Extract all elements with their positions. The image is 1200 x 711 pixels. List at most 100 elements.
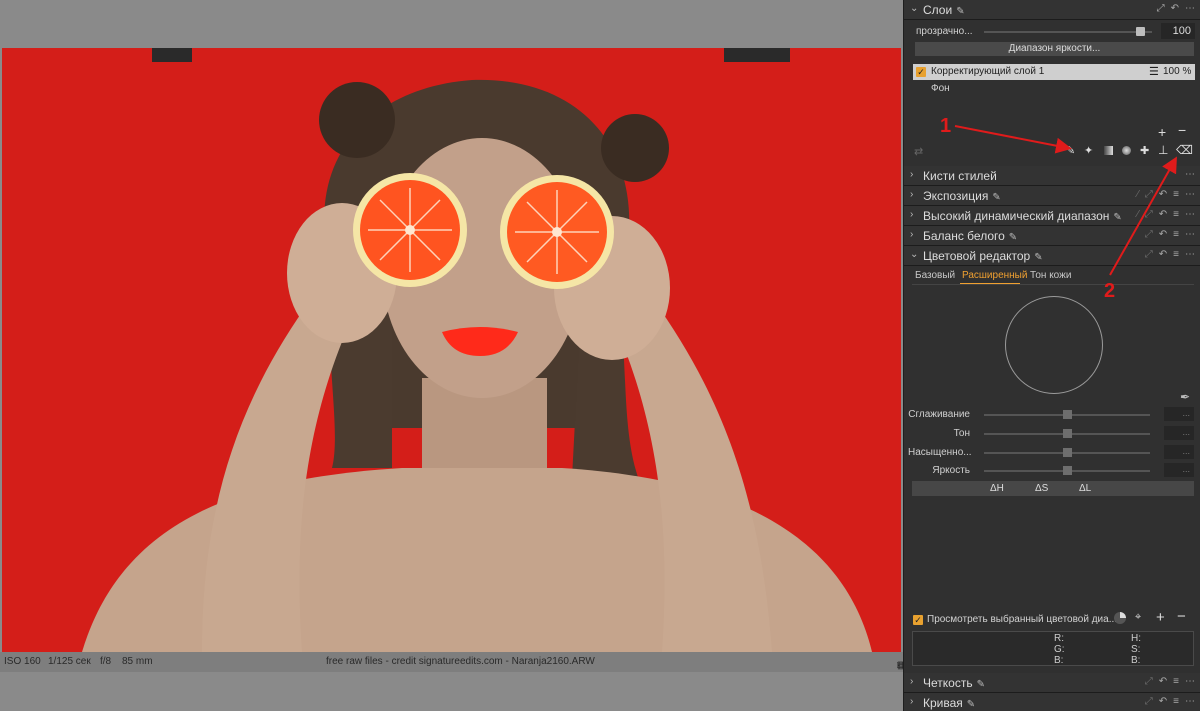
expand-icon[interactable]: ⤢ — [1145, 229, 1153, 240]
image-viewer[interactable]: ISO 160 1/125 сек f/8 85 mm free raw fil… — [0, 0, 906, 711]
pen-icon: ✎ — [976, 679, 985, 690]
picker-icon[interactable]: ⁄ — [1137, 209, 1139, 220]
reset-icon[interactable]: ↶ — [1159, 249, 1167, 260]
view-selected-checkbox[interactable]: ✓ — [913, 615, 923, 625]
tab-divider — [912, 284, 1194, 285]
smoothness-value[interactable]: ... — [1164, 407, 1194, 421]
opacity-value[interactable]: 100 — [1161, 23, 1195, 39]
section-title: Цветовой редактор — [923, 249, 1031, 263]
layer-sliders-icon: ☰ — [1149, 66, 1159, 78]
lightness-label: Яркость — [932, 465, 970, 476]
section-exposure[interactable]: › Экспозиция ✎ ⁄ ⤢ ↶ ≡ ⋯ — [904, 186, 1200, 206]
readout-h: H: — [1131, 633, 1141, 644]
readout-b2: B: — [1131, 655, 1141, 666]
expand-icon[interactable]: ⤢ — [1145, 209, 1153, 220]
more-icon[interactable]: ⋯ — [1185, 189, 1195, 200]
chevron-right-icon[interactable]: › — [910, 169, 913, 180]
layers-header[interactable]: ⌄ Слои ✎ ⤢ ↶ ⋯ — [904, 0, 1200, 20]
clone-stamp-icon[interactable]: ⊥ — [1158, 143, 1168, 157]
section-title: Кисти стилей — [923, 169, 997, 183]
section-curve[interactable]: › Кривая ✎ ⤢ ↶ ≡ ⋯ — [904, 693, 1200, 711]
saturation-value[interactable]: ... — [1164, 445, 1194, 459]
brush-icon[interactable]: ✎ — [1066, 144, 1075, 157]
menu-icon[interactable]: ≡ — [1173, 189, 1179, 200]
color-readout: R: G: B: H: S: B: — [912, 631, 1194, 666]
reset-icon[interactable]: ↶ — [1171, 3, 1179, 14]
picker-icon[interactable]: ⁄ — [1137, 189, 1139, 200]
more-icon[interactable]: ⋯ — [1185, 696, 1195, 707]
color-picker-plus-icon[interactable]: ⌖ — [1135, 611, 1141, 624]
color-wheel[interactable] — [1005, 296, 1103, 394]
reset-icon[interactable]: ↶ — [1159, 209, 1167, 220]
layer-row-background[interactable]: Фон — [913, 81, 1195, 97]
reset-icon[interactable]: ↶ — [1159, 229, 1167, 240]
chevron-right-icon[interactable]: › — [910, 696, 913, 707]
chevron-right-icon[interactable]: › — [910, 229, 913, 240]
radial-mask-icon[interactable] — [1122, 146, 1131, 155]
smoothness-label: Сглаживание — [908, 409, 970, 420]
section-title: Баланс белого — [923, 229, 1005, 243]
menu-icon[interactable]: ≡ — [1173, 229, 1179, 240]
menu-icon[interactable]: ≡ — [1173, 249, 1179, 260]
slider-thumb[interactable] — [1063, 448, 1072, 457]
more-icon[interactable]: ⋯ — [1185, 249, 1195, 260]
chevron-right-icon[interactable]: › — [910, 209, 913, 220]
reset-icon[interactable]: ↶ — [1159, 676, 1167, 687]
swap-icon[interactable]: ⇄ — [914, 145, 923, 158]
delta-l: ΔL — [1079, 483, 1092, 494]
remove-layer-icon[interactable]: − — [1178, 122, 1186, 138]
slider-thumb[interactable] — [1063, 410, 1072, 419]
layer-checkbox[interactable]: ✓ — [916, 67, 926, 77]
expand-icon[interactable]: ⤢ — [1145, 696, 1153, 707]
more-icon[interactable]: ⋯ — [1185, 209, 1195, 220]
section-white-balance[interactable]: › Баланс белого ✎ ⤢ ↶ ≡ ⋯ — [904, 226, 1200, 246]
menu-icon[interactable]: ≡ — [1173, 209, 1179, 220]
remove-color-icon[interactable]: − — [1177, 608, 1186, 625]
section-style-brushes[interactable]: › Кисти стилей ⋯ — [904, 166, 1200, 186]
gradient-mask-icon[interactable] — [1104, 146, 1113, 155]
opacity-slider[interactable] — [984, 31, 1152, 33]
section-clarity[interactable]: › Четкость ✎ ⤢ ↶ ≡ ⋯ — [904, 673, 1200, 693]
slider-thumb[interactable] — [1063, 466, 1072, 475]
more-icon[interactable]: ⋯ — [1185, 676, 1195, 687]
reset-icon[interactable]: ↶ — [1159, 696, 1167, 707]
lightness-value[interactable]: ... — [1164, 463, 1194, 477]
layer-name: Фон — [931, 83, 950, 94]
color-range-icon[interactable] — [1114, 612, 1126, 624]
chevron-down-icon[interactable]: ⌄ — [910, 3, 918, 14]
annotation-label-1: 1 — [940, 115, 952, 137]
layer-row-adjustment[interactable]: ✓ Корректирующий слой 1 ☰ 100 % — [913, 64, 1195, 80]
tab-basic[interactable]: Базовый — [915, 270, 955, 281]
add-color-icon[interactable]: + — [1156, 609, 1165, 626]
hue-value[interactable]: ... — [1164, 426, 1194, 440]
readout-s: S: — [1131, 644, 1141, 655]
eraser-icon[interactable]: ⌫ — [1176, 143, 1193, 157]
chevron-right-icon[interactable]: › — [910, 676, 913, 687]
more-icon[interactable]: ⋯ — [1185, 3, 1195, 14]
readout-b: B: — [1054, 655, 1064, 666]
slider-thumb[interactable] — [1063, 429, 1072, 438]
chevron-right-icon[interactable]: › — [910, 189, 913, 200]
more-icon[interactable]: ⋯ — [1185, 169, 1195, 180]
opacity-slider-thumb[interactable] — [1136, 27, 1146, 36]
chevron-down-icon[interactable]: ⌄ — [910, 249, 918, 260]
section-hdr[interactable]: › Высокий динамический диапазон ✎ ⁄ ⤢ ↶ ≡ ⋯ — [904, 206, 1200, 226]
luma-range-button[interactable]: Диапазон яркости... — [915, 42, 1194, 56]
menu-icon[interactable]: ≡ — [1173, 696, 1179, 707]
layer-name: Корректирующий слой 1 — [931, 66, 1045, 77]
photo-canvas[interactable] — [2, 48, 901, 652]
reset-icon[interactable]: ↶ — [1159, 189, 1167, 200]
expand-icon[interactable]: ⤢ — [1145, 249, 1153, 260]
expand-icon[interactable]: ⤢ — [1145, 189, 1153, 200]
healing-icon[interactable]: ✚ — [1140, 144, 1149, 157]
menu-icon[interactable]: ≡ — [1173, 676, 1179, 687]
more-icon[interactable]: ⋯ — [1185, 229, 1195, 240]
expand-icon[interactable]: ⤢ — [1157, 3, 1165, 14]
tab-advanced[interactable]: Расширенный — [962, 270, 1027, 281]
expand-icon[interactable]: ⤢ — [1145, 676, 1153, 687]
magic-brush-icon[interactable]: ✦ — [1084, 144, 1093, 157]
add-layer-icon[interactable]: + — [1158, 124, 1166, 140]
eyedropper-icon[interactable]: ✒ — [1180, 390, 1190, 404]
section-color-editor[interactable]: ⌄ Цветовой редактор ✎ ⤢ ↶ ≡ ⋯ — [904, 246, 1200, 266]
tab-skin-tone[interactable]: Тон кожи — [1030, 270, 1071, 281]
